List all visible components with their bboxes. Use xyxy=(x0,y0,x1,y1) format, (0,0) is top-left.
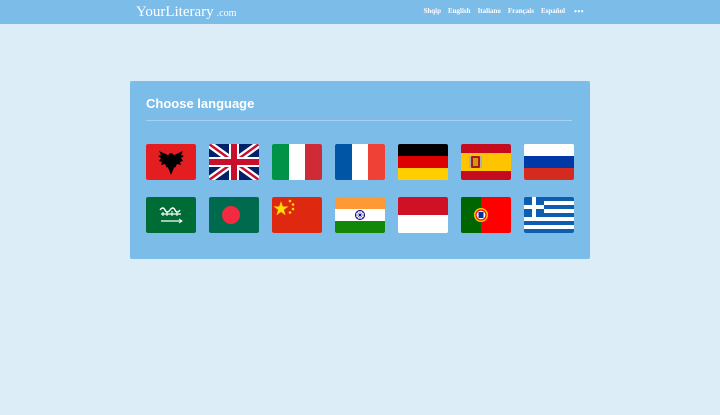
language-nav: Shqip English Italiano Français Español … xyxy=(423,7,584,16)
greece-flag-icon[interactable] xyxy=(524,197,574,233)
portugal-flag-icon[interactable] xyxy=(461,197,511,233)
flag-grid xyxy=(146,144,574,233)
france-flag-icon[interactable] xyxy=(335,144,385,180)
indonesia-flag-icon[interactable] xyxy=(398,197,448,233)
united-kingdom-flag-icon[interactable] xyxy=(209,144,259,180)
nav-link-espanol[interactable]: Español xyxy=(541,7,565,16)
more-menu-button[interactable]: ••• xyxy=(574,7,584,16)
russia-flag-icon[interactable] xyxy=(524,144,574,180)
spain-flag-icon[interactable] xyxy=(461,144,511,180)
panel-divider xyxy=(146,120,572,121)
top-navbar: YourLiterary .com Shqip English Italiano … xyxy=(0,0,720,24)
india-flag-icon[interactable] xyxy=(335,197,385,233)
site-logo[interactable]: YourLiterary .com xyxy=(136,3,236,21)
logo-tld: .com xyxy=(216,8,237,19)
nav-link-shqip[interactable]: Shqip xyxy=(423,7,441,16)
nav-link-english[interactable]: English xyxy=(448,7,471,16)
saudi-arabia-flag-icon[interactable] xyxy=(146,197,196,233)
china-flag-icon[interactable] xyxy=(272,197,322,233)
bangladesh-flag-icon[interactable] xyxy=(209,197,259,233)
nav-link-francais[interactable]: Français xyxy=(508,7,534,16)
panel-title: Choose language xyxy=(146,96,255,111)
choose-language-panel: Choose language xyxy=(130,81,590,259)
albania-flag-icon[interactable] xyxy=(146,144,196,180)
germany-flag-icon[interactable] xyxy=(398,144,448,180)
nav-link-italiano[interactable]: Italiano xyxy=(478,7,501,16)
logo-brand: YourLiterary xyxy=(136,4,214,20)
italy-flag-icon[interactable] xyxy=(272,144,322,180)
